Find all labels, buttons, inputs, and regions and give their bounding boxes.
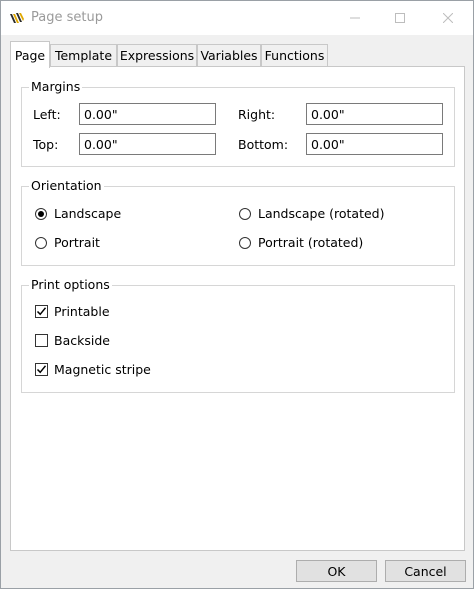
orientation-legend: Orientation [29, 178, 104, 193]
cancel-button[interactable]: Cancel [385, 560, 466, 582]
tab-label: Functions [264, 48, 325, 63]
landscape-rotated-radio[interactable] [239, 208, 251, 220]
magnetic-stripe-label: Magnetic stripe [54, 362, 151, 377]
tab-template[interactable]: Template [50, 44, 117, 66]
landscape-label: Landscape [54, 206, 122, 221]
printable-label: Printable [54, 304, 110, 319]
tab-variables[interactable]: Variables [197, 44, 261, 66]
maximize-button[interactable] [377, 1, 423, 35]
bottom-margin-label: Bottom: [238, 137, 289, 152]
right-margin-label: Right: [238, 107, 276, 122]
backside-label: Backside [54, 333, 110, 348]
tab-functions[interactable]: Functions [261, 44, 328, 66]
title-bar: Page setup [1, 1, 473, 35]
tab-panel-page: Margins Left: Right: Top: Bottom: Orient… [10, 66, 465, 551]
maximize-icon [395, 13, 405, 23]
print-options-group: Print options Printable Backside Magneti… [21, 277, 455, 393]
left-margin-label: Left: [33, 107, 61, 122]
margins-group: Margins Left: Right: Top: Bottom: [21, 79, 455, 167]
top-margin-label: Top: [33, 137, 59, 152]
close-icon [443, 13, 453, 23]
page-setup-dialog: Page setup Page Template Expressions Var… [0, 0, 474, 589]
tab-label: Template [54, 48, 113, 63]
minimize-icon [350, 13, 360, 23]
checkmark-icon [36, 307, 47, 316]
printable-checkbox[interactable] [35, 305, 48, 318]
margins-legend: Margins [29, 79, 83, 94]
ok-button[interactable]: OK [296, 560, 377, 582]
portrait-rotated-label: Portrait (rotated) [258, 235, 364, 250]
landscape-radio[interactable] [35, 208, 47, 220]
window-title: Page setup [31, 10, 103, 25]
tab-label: Page [14, 47, 46, 63]
bottom-margin-field[interactable] [306, 133, 443, 155]
print-options-legend: Print options [29, 277, 112, 292]
top-margin-field[interactable] [79, 133, 216, 155]
portrait-radio[interactable] [35, 237, 47, 249]
close-button[interactable] [425, 1, 471, 35]
minimize-button[interactable] [332, 1, 378, 35]
tab-page[interactable]: Page [10, 41, 50, 68]
tab-label: Expressions [119, 48, 195, 63]
tab-expressions[interactable]: Expressions [117, 44, 197, 66]
portrait-label: Portrait [54, 235, 100, 250]
app-logo-icon [9, 10, 25, 26]
backside-checkbox[interactable] [35, 334, 48, 347]
tab-label: Variables [200, 48, 258, 63]
checkmark-icon [36, 365, 47, 374]
left-margin-field[interactable] [79, 103, 216, 125]
right-margin-field[interactable] [306, 103, 443, 125]
magnetic-stripe-checkbox[interactable] [35, 363, 48, 376]
landscape-rotated-label: Landscape (rotated) [258, 206, 385, 221]
portrait-rotated-radio[interactable] [239, 237, 251, 249]
orientation-group: Orientation Landscape Landscape (rotated… [21, 178, 455, 266]
